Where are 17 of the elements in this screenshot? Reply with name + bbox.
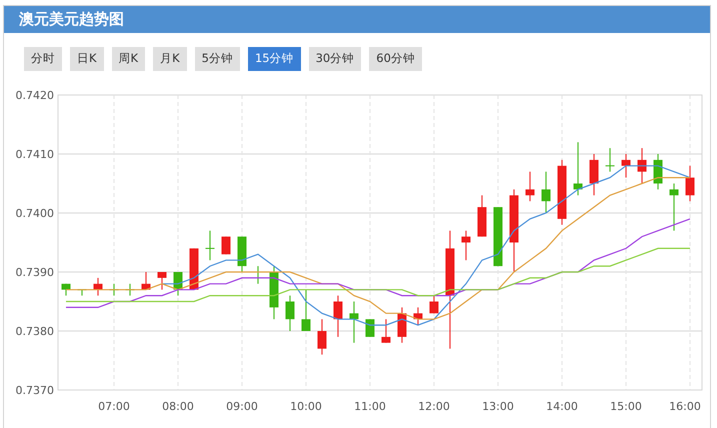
axis-label: 14:00 (546, 400, 578, 413)
axis-label: 0.7370 (16, 384, 54, 397)
axis-label: 0.7390 (16, 266, 54, 279)
axis-label: 0.7380 (16, 325, 54, 338)
panel-title: 澳元美元趋势图 (4, 6, 710, 33)
axis-label: 11:00 (354, 400, 386, 413)
axis-label: 12:00 (418, 400, 450, 413)
axis-label: 15:00 (610, 400, 642, 413)
axis-label: 0.7400 (16, 207, 54, 220)
axis-label: 07:00 (98, 400, 130, 413)
axis-label: 09:00 (226, 400, 258, 413)
axis-label: 13:00 (482, 400, 514, 413)
axis-label: 0.7410 (16, 148, 54, 161)
axis-label: 08:00 (162, 400, 194, 413)
axis-label: 0.7420 (16, 89, 54, 102)
axis-label: 16:00 (669, 400, 701, 413)
axis-label: 10:00 (290, 400, 322, 413)
